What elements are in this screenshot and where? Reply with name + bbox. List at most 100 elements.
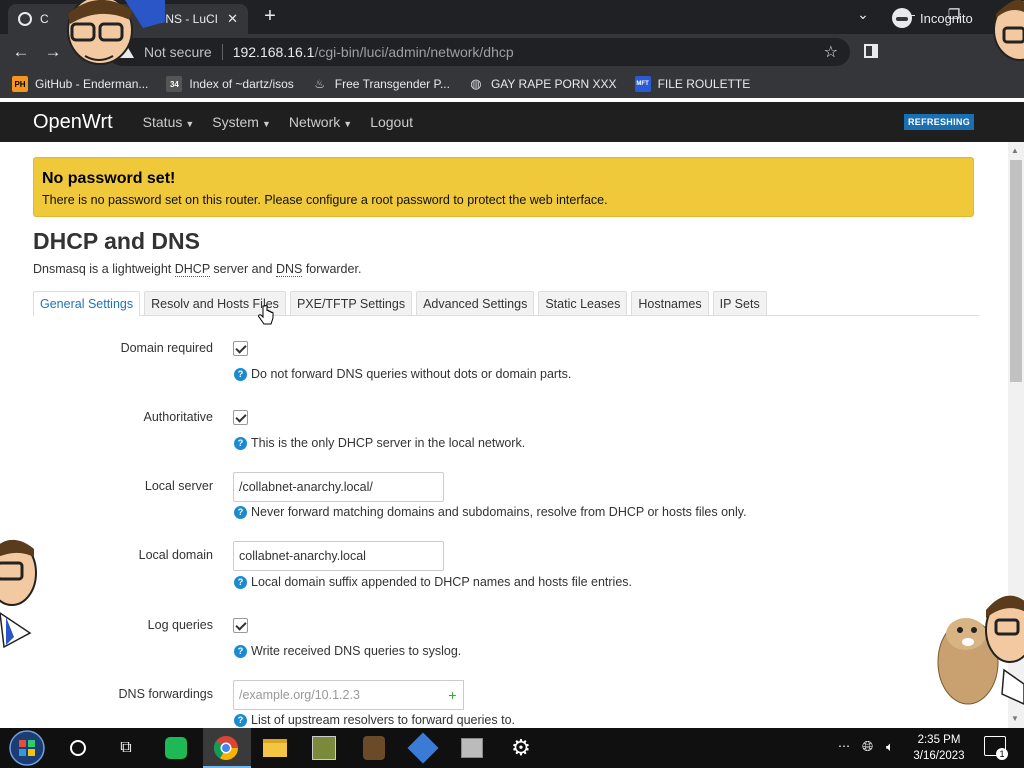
game-app-icon[interactable] [310, 734, 338, 762]
task-view-icon[interactable]: ⧉ [112, 734, 140, 762]
tab-hostnames[interactable]: Hostnames [631, 291, 709, 315]
omnibox-divider [221, 44, 223, 60]
tab-static-leases[interactable]: Static Leases [538, 291, 628, 315]
menu-system[interactable]: System ▼ [212, 114, 271, 130]
help-text: Do not forward DNS queries without dots … [251, 367, 572, 381]
close-tab-icon[interactable]: ✕ [227, 11, 238, 27]
menu-network[interactable]: Network ▼ [289, 114, 352, 130]
tab-advanced-settings[interactable]: Advanced Settings [416, 291, 535, 315]
bookmark-label: Index of ~dartz/isos [189, 77, 294, 91]
tab-search-icon[interactable]: ⌄ [843, 6, 883, 23]
help-icon: ? [234, 367, 247, 381]
refreshing-badge[interactable]: REFRESHING [904, 114, 975, 130]
scroll-up-icon[interactable]: ▲ [1011, 146, 1019, 155]
bookmark-item[interactable]: MFT FILE ROULETTE [634, 76, 751, 92]
help-text: Never forward matching domains and subdo… [251, 505, 747, 519]
network-globe-icon[interactable]: 🌐︎ [862, 738, 873, 755]
bookmark-label: GAY RAPE PORN XXX [490, 77, 617, 91]
help-text: This is the only DHCP server in the loca… [251, 436, 526, 450]
log-queries-label: Log queries [147, 618, 213, 632]
search-circle-icon[interactable] [64, 734, 92, 762]
package-app-icon[interactable] [458, 734, 486, 762]
local-domain-input[interactable]: collabnet-anarchy.local [233, 541, 444, 571]
domain-required-label: Domain required [120, 341, 213, 355]
cartoon-face-sticker [67, 0, 165, 65]
tray-overflow-icon[interactable]: ⋯ [838, 739, 850, 753]
bookmark-item[interactable]: ♨ Free Transgender P... [312, 76, 450, 92]
windows-start-icon[interactable] [8, 730, 46, 766]
log-queries-checkbox[interactable] [233, 618, 248, 633]
tab-pxe-tftp[interactable]: PXE/TFTP Settings [289, 291, 413, 315]
bookmark-label: FILE ROULETTE [657, 77, 751, 91]
incognito-label: Incognito [920, 10, 973, 26]
hand-cursor-icon [258, 305, 274, 325]
caret-down-icon: ▼ [261, 119, 271, 129]
bookmark-star-icon[interactable]: ☆ [824, 42, 838, 62]
desc-text: forwarder. [302, 262, 362, 276]
settings-tabs: General Settings Resolv and Hosts Files … [33, 291, 979, 316]
local-server-label: Local server [144, 479, 213, 493]
dns-forwardings-help: ? List of upstream resolvers to forward q… [234, 713, 515, 727]
green-app-icon[interactable] [162, 734, 190, 762]
bookmark-item[interactable]: ◍ GAY RAPE PORN XXX [468, 76, 617, 92]
local-server-input[interactable]: /collabnet-anarchy.local/ [233, 472, 444, 502]
add-forwarding-button[interactable]: + [442, 680, 464, 710]
cartoon-face-sticker [993, 0, 1024, 61]
help-icon: ? [234, 436, 247, 450]
notification-count-badge: 1 [996, 748, 1008, 760]
incognito-indicator[interactable]: Incognito [892, 6, 973, 30]
authoritative-checkbox[interactable] [233, 410, 248, 425]
mft-logo-icon: MFT [634, 76, 651, 92]
taskbar-clock[interactable]: 2:35 PM 3/16/2023 [908, 732, 970, 764]
dns-forwardings-label: DNS forwardings [118, 687, 213, 701]
new-tab-button[interactable]: + [258, 6, 282, 28]
local-domain-label: Local domain [138, 548, 213, 562]
page-description: Dnsmasq is a lightweight DHCP server and… [33, 262, 362, 277]
log-queries-help: ? Write received DNS queries to syslog. [234, 644, 461, 658]
bookmark-label: GitHub - Enderman... [35, 77, 149, 91]
number-34-icon: 34 [166, 76, 183, 92]
openwrt-header: OpenWrt Status ▼ System ▼ Network ▼ Logout … [0, 102, 1024, 142]
menu-logout[interactable]: Logout [370, 114, 413, 130]
authoritative-help: ? This is the only DHCP server in the loc… [234, 436, 525, 450]
address-bar[interactable]: Not secure 192.168.16.1/cgi-bin/luci/adm… [108, 38, 850, 66]
file-explorer-icon[interactable] [261, 734, 289, 762]
abbr-dns: DNS [275, 262, 303, 277]
bookmarks-bar: PH GitHub - Enderman... 34 Index of ~dar… [0, 70, 1024, 98]
bookmark-item[interactable]: 34 Index of ~dartz/isos [166, 76, 294, 92]
caret-down-icon: ▼ [343, 119, 353, 129]
portrait-app-icon[interactable] [360, 734, 388, 762]
clock-time: 2:35 PM [917, 734, 961, 746]
alert-title: No password set! [42, 170, 176, 187]
settings-gear-icon[interactable]: ⚙ [507, 734, 535, 762]
hamster-and-face-sticker [937, 595, 1024, 705]
bookmark-item[interactable]: PH GitHub - Enderman... [12, 76, 148, 92]
menu-status[interactable]: Status ▼ [143, 114, 195, 130]
help-text: Local domain suffix appended to DHCP nam… [251, 575, 633, 589]
back-arrow-icon[interactable]: ← [8, 40, 34, 64]
menu-label: Network [288, 114, 341, 130]
scrollbar-thumb[interactable] [1010, 160, 1022, 382]
help-icon: ? [234, 575, 247, 589]
desc-text: Dnsmasq is a lightweight [33, 262, 175, 276]
side-panel-icon[interactable] [864, 44, 878, 58]
domain-required-checkbox[interactable] [233, 341, 248, 356]
desc-text: server and [209, 262, 276, 276]
tab-ip-sets[interactable]: IP Sets [712, 291, 767, 315]
ph-logo-icon: PH [12, 76, 28, 92]
cartoon-face-sticker [0, 540, 37, 649]
volume-icon[interactable]: 🔈︎ [886, 739, 894, 755]
brand-logo[interactable]: OpenWrt [33, 111, 113, 134]
globe-icon: ◍ [470, 76, 482, 91]
scroll-down-icon[interactable]: ▼ [1011, 714, 1019, 723]
help-text: List of upstream resolvers to forward qu… [251, 713, 516, 727]
help-icon: ? [234, 505, 247, 519]
network-app-icon[interactable] [407, 732, 439, 764]
url-path: /cgi-bin/luci/admin/network/dhcp [314, 44, 514, 60]
dns-forwardings-input[interactable]: /example.org/10.1.2.3 [233, 680, 443, 710]
chrome-icon[interactable] [212, 734, 240, 762]
tab-general-settings[interactable]: General Settings [33, 291, 141, 316]
no-password-alert: No password set! There is no password se… [33, 157, 974, 217]
alert-message: There is no password set on this router.… [42, 193, 608, 207]
page-title: DHCP and DNS [33, 228, 200, 254]
